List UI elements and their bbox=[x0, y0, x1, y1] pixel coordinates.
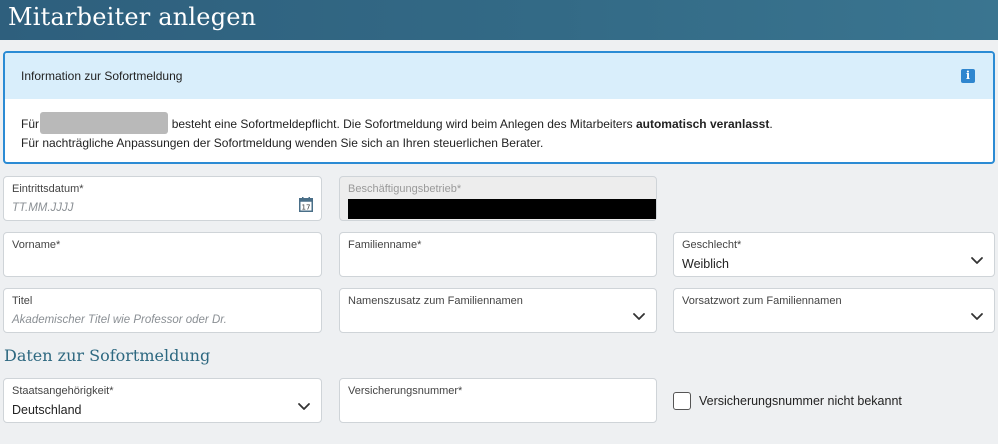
info-box-body: Für besteht eine Sofortmeldepflicht. Die… bbox=[5, 99, 993, 152]
namenszusatz-label: Namenszusatz zum Familiennamen bbox=[348, 295, 523, 307]
eintrittsdatum-placeholder: TT.MM.JJJJ bbox=[12, 202, 74, 214]
beschaeftigungsbetrieb-field: Beschäftigungsbetrieb* bbox=[339, 176, 657, 221]
chevron-down-icon bbox=[971, 257, 983, 264]
chevron-down-icon bbox=[633, 313, 645, 320]
versicherungsnummer-field[interactable]: Versicherungsnummer* bbox=[339, 378, 657, 423]
beschaeftigungsbetrieb-label: Beschäftigungsbetrieb* bbox=[348, 183, 462, 195]
redacted-betrieb-value bbox=[348, 199, 656, 219]
chevron-down-icon bbox=[298, 403, 310, 410]
familienname-field[interactable]: Familienname* bbox=[339, 232, 657, 277]
info-line-1-bold: automatisch veranlasst bbox=[635, 117, 770, 131]
vorsatzwort-label: Vorsatzwort zum Familiennamen bbox=[682, 295, 842, 307]
titel-field[interactable]: Titel Akademischer Titel wie Professor o… bbox=[3, 288, 322, 333]
info-icon: i bbox=[961, 69, 975, 83]
staatsangehoerigkeit-value: Deutschland bbox=[12, 403, 82, 417]
vorname-label: Vorname* bbox=[12, 239, 61, 251]
chevron-down-icon bbox=[971, 313, 983, 320]
info-box: Information zur Sofortmeldung i Für best… bbox=[3, 51, 995, 164]
section-title: Daten zur Sofortmeldung bbox=[4, 346, 211, 365]
page-header: Mitarbeiter anlegen bbox=[0, 0, 998, 40]
info-box-title: Information zur Sofortmeldung bbox=[21, 69, 183, 83]
versicherungsnummer-label: Versicherungsnummer* bbox=[348, 385, 463, 397]
geschlecht-label: Geschlecht* bbox=[682, 239, 742, 251]
versicherungsnummer-unknown-checkbox[interactable] bbox=[673, 392, 691, 410]
info-line-1-prefix: Für bbox=[21, 117, 39, 131]
vorsatzwort-select[interactable]: Vorsatzwort zum Familiennamen bbox=[673, 288, 995, 333]
info-box-header: Information zur Sofortmeldung i bbox=[5, 53, 993, 99]
calendar-icon[interactable]: 17 bbox=[299, 197, 313, 212]
geschlecht-select[interactable]: Geschlecht* Weiblich bbox=[673, 232, 995, 277]
namenszusatz-select[interactable]: Namenszusatz zum Familiennamen bbox=[339, 288, 657, 333]
info-line-1-suffix: . bbox=[769, 117, 773, 131]
staatsangehoerigkeit-label: Staatsangehörigkeit* bbox=[12, 385, 114, 397]
info-line-2: Für nachträgliche Anpassungen der Sofort… bbox=[21, 135, 544, 150]
eintrittsdatum-label: Eintrittsdatum* bbox=[12, 183, 84, 195]
info-line-1-middle: besteht eine Sofortmeldepflicht. Die Sof… bbox=[171, 117, 633, 131]
titel-placeholder: Akademischer Titel wie Professor oder Dr… bbox=[12, 314, 227, 326]
geschlecht-value: Weiblich bbox=[682, 257, 730, 271]
titel-label: Titel bbox=[12, 295, 33, 307]
eintrittsdatum-field[interactable]: Eintrittsdatum* TT.MM.JJJJ 17 bbox=[3, 176, 322, 221]
staatsangehoerigkeit-select[interactable]: Staatsangehörigkeit* Deutschland bbox=[3, 378, 322, 423]
page-title: Mitarbeiter anlegen bbox=[8, 3, 257, 31]
redacted-company-name bbox=[40, 111, 169, 134]
calendar-icon-day: 17 bbox=[302, 204, 311, 212]
familienname-label: Familienname* bbox=[348, 239, 422, 251]
vorname-field[interactable]: Vorname* bbox=[3, 232, 322, 277]
info-line-1: Für besteht eine Sofortmeldepflicht. Die… bbox=[21, 111, 993, 134]
versicherungsnummer-unknown-label[interactable]: Versicherungsnummer nicht bekannt bbox=[699, 394, 902, 408]
